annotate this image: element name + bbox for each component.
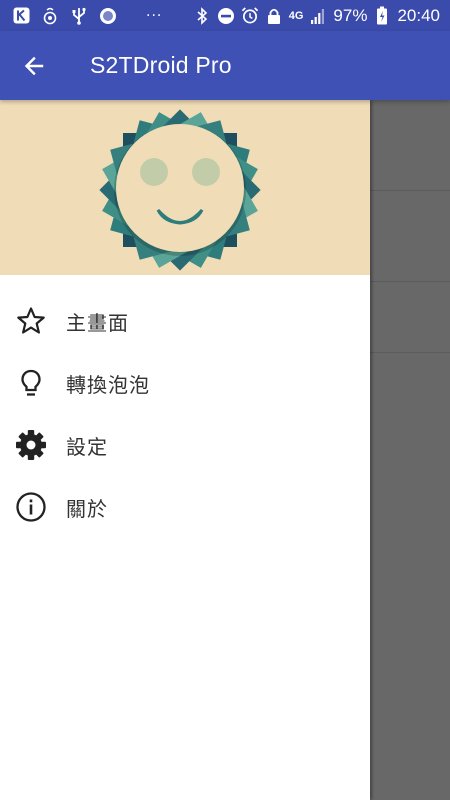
menu-item-label: 設定 [66, 434, 108, 459]
menu-item-convert-bubble[interactable]: 轉換泡泡 [0, 352, 370, 414]
alarm-icon [241, 7, 259, 25]
battery-percent: 97% [333, 5, 368, 25]
status-system: 4G 97% 20:40 [193, 6, 440, 26]
location-signal-icon [41, 7, 59, 25]
clock: 20:40 [397, 5, 440, 25]
status-bar: ··· 4G 97% 20:40 [0, 0, 450, 31]
background-divider [370, 281, 450, 282]
app-logo-sun-face-icon [99, 109, 261, 271]
menu-item-label: 轉換泡泡 [66, 372, 150, 397]
bluetooth-icon [193, 6, 211, 25]
network-type-label: 4G [288, 9, 304, 22]
info-icon [14, 490, 48, 524]
back-button[interactable] [0, 31, 68, 100]
background-divider [370, 352, 450, 353]
k-app-notification-icon [12, 7, 30, 25]
gear-icon [14, 428, 48, 462]
more-notifications-icon: ··· [146, 7, 163, 24]
back-arrow-icon [24, 56, 44, 75]
app-title: S2TDroid Pro [90, 52, 232, 78]
battery-charging-icon [373, 6, 391, 25]
background-content-scrim[interactable] [370, 100, 450, 800]
menu-item-home[interactable]: 主畫面 [0, 290, 370, 352]
menu-item-label: 主畫面 [66, 310, 129, 335]
usb-icon [70, 7, 88, 25]
drawer-menu: 主畫面 轉換泡泡 設定 關於 [0, 275, 370, 538]
app-bar: S2TDroid Pro [0, 31, 450, 100]
drawer-header [0, 100, 370, 275]
star-outline-icon [14, 304, 48, 338]
menu-item-settings[interactable]: 設定 [0, 414, 370, 476]
navigation-drawer: 主畫面 轉換泡泡 設定 關於 [0, 100, 370, 800]
menu-item-about[interactable]: 關於 [0, 476, 370, 538]
signal-strength-icon [309, 7, 327, 25]
lightbulb-icon [14, 366, 48, 400]
menu-item-label: 關於 [66, 496, 108, 521]
background-divider [370, 190, 450, 191]
status-notifications: ··· [12, 7, 162, 25]
lock-icon [265, 7, 283, 25]
record-icon [99, 7, 117, 25]
do-not-disturb-icon [217, 7, 235, 25]
